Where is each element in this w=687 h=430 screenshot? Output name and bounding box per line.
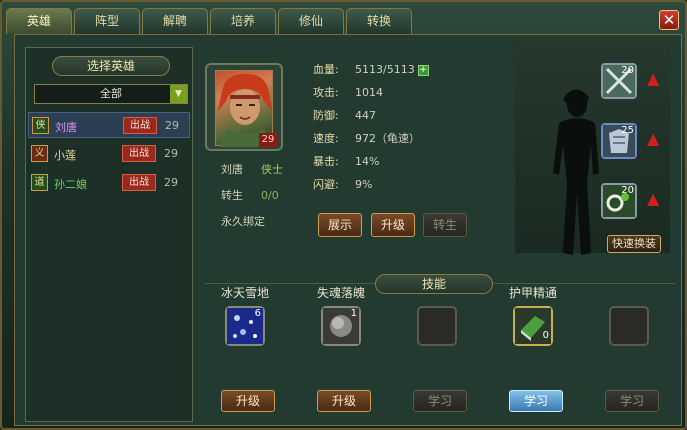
equip-slot-accessory[interactable]: 20 [601, 183, 637, 219]
show-button[interactable]: 展示 [318, 213, 362, 237]
skill-name: 护甲精通 [508, 286, 557, 300]
equip-slot-armor[interactable]: 25 [601, 123, 637, 159]
tab-bar: 英雄 阵型 解聘 培养 修仙 转换 [6, 8, 412, 34]
hero-filter-dropdown[interactable]: 全部 ▼ [34, 84, 188, 104]
skill-learn-button[interactable]: 学习 [509, 390, 563, 412]
hero-list-item[interactable]: 侠 刘唐 出战 29 [28, 112, 190, 138]
hero-class-badge: 义 [31, 145, 48, 162]
skill-learn-button[interactable]: 学习 [605, 390, 659, 412]
tab-dismiss[interactable]: 解聘 [142, 8, 208, 34]
hero-level: 29 [165, 119, 179, 132]
hero-level: 29 [164, 147, 178, 160]
upgrade-arrow-icon: ▲ [647, 69, 660, 88]
stat-speed: 速度: 972（龟速） [313, 132, 420, 145]
hero-class-badge: 道 [31, 174, 48, 191]
skill-slot[interactable]: 1 [321, 306, 361, 346]
item-count: 25 [621, 125, 634, 136]
skill-upgrade-button[interactable]: 升级 [317, 390, 371, 412]
tab-cultivate[interactable]: 修仙 [278, 8, 344, 34]
skill-level: 1 [350, 308, 357, 319]
tab-convert[interactable]: 转换 [346, 8, 412, 34]
empty-skill-slot[interactable] [609, 306, 649, 346]
hero-name: 孙二娘 [54, 178, 87, 191]
hero-info: 刘唐 侠士 转生 0/0 永久绑定 [221, 161, 311, 239]
hero-name-label: 刘唐 [221, 163, 243, 176]
close-icon: ✕ [662, 11, 676, 29]
stat-defense: 防御: 447 [313, 109, 376, 122]
portrait-level-badge: 29 [259, 133, 277, 147]
skill-learn-button[interactable]: 学习 [413, 390, 467, 412]
hero-list-item[interactable]: 义 小莲 出战 29 [28, 141, 190, 167]
hero-silhouette [553, 89, 599, 255]
hero-list: 侠 刘唐 出战 29 义 小莲 出战 29 道 孙二娘 出战 29 [28, 112, 190, 199]
skill-level: 6 [254, 308, 261, 319]
bind-status: 永久绑定 [221, 215, 265, 228]
upgrade-arrow-icon: ▲ [647, 189, 660, 208]
heal-plus-icon[interactable]: + [417, 64, 429, 76]
hero-level: 29 [164, 176, 178, 189]
tab-hero[interactable]: 英雄 [6, 8, 72, 34]
reborn-label: 转生 [221, 189, 243, 202]
skill-name: 失魂落魄 [316, 286, 365, 300]
stat-dodge: 闪避: 9% [313, 178, 373, 191]
hero-class-badge: 侠 [32, 117, 49, 134]
item-count: 20 [621, 65, 634, 76]
stat-hp: 血量: 5113/5113 + [313, 63, 429, 76]
skill-level: 0 [542, 330, 549, 341]
hero-name: 刘唐 [55, 121, 77, 134]
hero-class-label: 侠士 [261, 163, 283, 176]
content-area: 选择英雄 全部 ▼ 侠 刘唐 出战 29 义 小莲 出战 29 道 孙二娘 出战… [14, 34, 682, 426]
deploy-status-badge: 出战 [122, 174, 156, 191]
quick-equip-button[interactable]: 快速换装 [607, 235, 661, 253]
stat-crit: 暴击: 14% [313, 155, 380, 168]
upgrade-arrow-icon: ▲ [647, 129, 660, 148]
skills-panel: 技能 冰天雪地 6 升级 失魂落魄 1 升级 学习 护甲精通 0 学习 学习 [205, 274, 675, 423]
close-button[interactable]: ✕ [659, 10, 679, 30]
chevron-down-icon: ▼ [170, 85, 187, 103]
tab-formation[interactable]: 阵型 [74, 8, 140, 34]
upgrade-button[interactable]: 升级 [371, 213, 415, 237]
hero-window: 英雄 阵型 解聘 培养 修仙 转换 ✕ 选择英雄 全部 ▼ 侠 刘唐 出战 29 [0, 0, 687, 430]
skill-name: 冰天雪地 [220, 286, 269, 300]
hero-select-panel: 选择英雄 全部 ▼ 侠 刘唐 出战 29 义 小莲 出战 29 道 孙二娘 出战… [25, 47, 193, 422]
hero-list-item[interactable]: 道 孙二娘 出战 29 [28, 170, 190, 196]
item-count: 20 [621, 185, 634, 196]
skills-title: 技能 [375, 274, 493, 294]
equip-slot-weapon[interactable]: 20 [601, 63, 637, 99]
skill-slot[interactable]: 0 [513, 306, 553, 346]
filter-value: 全部 [100, 87, 122, 100]
deploy-status-badge: 出战 [123, 117, 157, 134]
tab-train[interactable]: 培养 [210, 8, 276, 34]
empty-skill-slot[interactable] [417, 306, 457, 346]
hero-portrait-frame: 29 [205, 63, 283, 151]
skill-upgrade-button[interactable]: 升级 [221, 390, 275, 412]
reborn-button[interactable]: 转生 [423, 213, 467, 237]
select-hero-title: 选择英雄 [52, 56, 170, 76]
hero-name: 小莲 [54, 149, 76, 162]
skill-slot[interactable]: 6 [225, 306, 265, 346]
reborn-value: 0/0 [261, 189, 279, 202]
deploy-status-badge: 出战 [122, 145, 156, 162]
stat-attack: 攻击: 1014 [313, 86, 383, 99]
hero-stats: 血量: 5113/5113 + 攻击: 1014 防御: 447 速度: 972（龟速） … [313, 61, 429, 199]
